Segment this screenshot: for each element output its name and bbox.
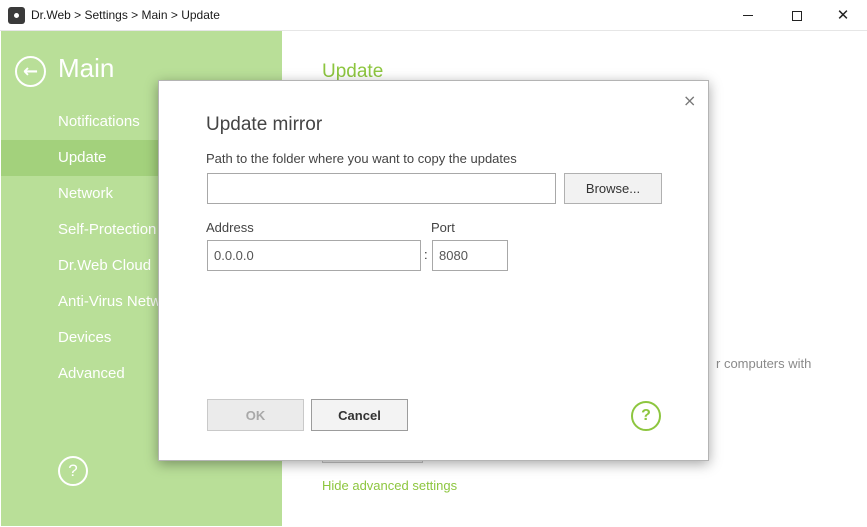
dialog-help-icon[interactable]: ? xyxy=(631,401,661,431)
help-icon[interactable]: ? xyxy=(58,456,88,486)
back-arrow-icon[interactable]: ← xyxy=(15,56,46,87)
hide-advanced-settings-link[interactable]: Hide advanced settings xyxy=(322,478,457,493)
update-mirror-dialog: × Update mirror Path to the folder where… xyxy=(158,80,709,461)
close-icon: ✕ xyxy=(836,6,850,24)
drweb-spider-icon xyxy=(8,7,25,24)
address-port-separator: : xyxy=(424,247,428,262)
dialog-close-icon[interactable]: × xyxy=(683,91,696,110)
address-label: Address xyxy=(206,220,254,235)
browse-button[interactable]: Browse... xyxy=(564,173,662,204)
maximize-icon xyxy=(792,10,802,21)
path-label: Path to the folder where you want to cop… xyxy=(206,151,517,166)
window-close-button[interactable]: ✕ xyxy=(820,0,866,31)
description-text: r computers with xyxy=(716,356,812,371)
port-input[interactable] xyxy=(432,240,508,271)
window-title: Dr.Web > Settings > Main > Update xyxy=(31,8,220,22)
cancel-button[interactable]: Cancel xyxy=(311,399,408,431)
path-input[interactable] xyxy=(207,173,556,204)
minimize-button[interactable] xyxy=(725,0,771,31)
minimize-icon xyxy=(743,15,753,16)
title-bar: Dr.Web > Settings > Main > Update ✕ xyxy=(0,0,867,31)
dialog-title: Update mirror xyxy=(206,114,323,135)
ok-button[interactable]: OK xyxy=(207,399,304,431)
address-input[interactable] xyxy=(207,240,421,271)
maximize-button[interactable] xyxy=(774,0,820,31)
port-label: Port xyxy=(431,220,455,235)
sidebar-title: Main xyxy=(58,53,115,83)
